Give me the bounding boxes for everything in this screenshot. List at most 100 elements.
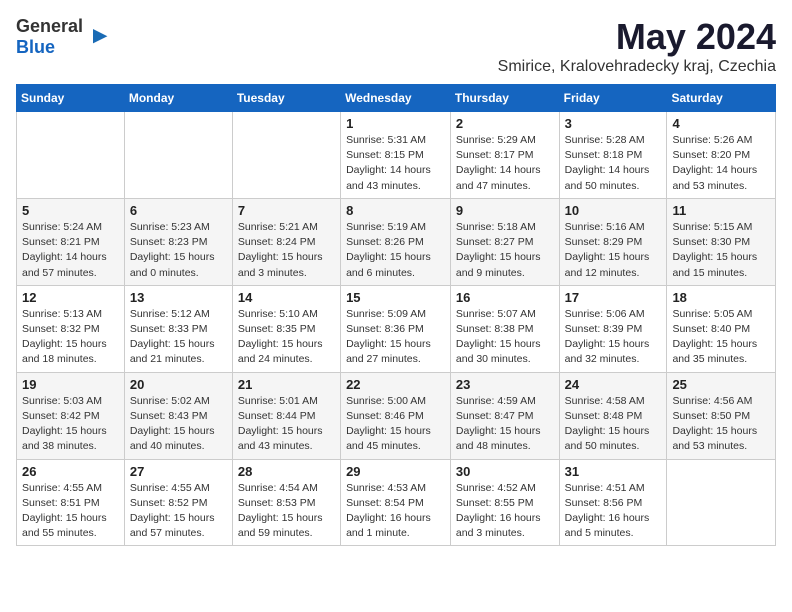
day-info: Sunrise: 5:06 AMSunset: 8:39 PMDaylight:… — [565, 307, 662, 368]
calendar-week-row: 1 Sunrise: 5:31 AMSunset: 8:15 PMDaylight… — [17, 112, 776, 199]
calendar-cell: 14Sunrise: 5:10 AMSunset: 8:35 PMDayligh… — [232, 285, 340, 372]
day-number: 29 — [346, 464, 445, 479]
calendar-cell: 17 Sunrise: 5:06 AMSunset: 8:39 PMDayligh… — [559, 285, 667, 372]
day-number: 28 — [238, 464, 335, 479]
day-info: Sunrise: 5:02 AMSunset: 8:43 PMDaylight:… — [130, 394, 227, 455]
day-info: Sunrise: 5:29 AMSunset: 8:17 PMDaylight:… — [456, 133, 554, 194]
day-info: Sunrise: 4:52 AMSunset: 8:55 PMDaylight:… — [456, 481, 554, 542]
day-number: 24 — [565, 377, 662, 392]
day-number: 26 — [22, 464, 119, 479]
title-block: May 2024 Smirice, Kralovehradecky kraj, … — [498, 16, 776, 76]
day-info: Sunrise: 5:00 AMSunset: 8:46 PMDaylight:… — [346, 394, 445, 455]
day-number: 12 — [22, 290, 119, 305]
day-number: 22 — [346, 377, 445, 392]
calendar-cell — [17, 112, 125, 199]
day-info: Sunrise: 5:19 AMSunset: 8:26 PMDaylight:… — [346, 220, 445, 281]
calendar-cell: 1 Sunrise: 5:31 AMSunset: 8:15 PMDaylight… — [341, 112, 451, 199]
day-number: 21 — [238, 377, 335, 392]
day-info: Sunrise: 4:59 AMSunset: 8:47 PMDaylight:… — [456, 394, 554, 455]
day-number: 6 — [130, 203, 227, 218]
day-number: 15 — [346, 290, 445, 305]
day-info: Sunrise: 5:12 AMSunset: 8:33 PMDaylight:… — [130, 307, 227, 368]
day-number: 2 — [456, 116, 554, 131]
calendar-cell: 9 Sunrise: 5:18 AMSunset: 8:27 PMDaylight… — [450, 198, 559, 285]
day-info: Sunrise: 5:10 AMSunset: 8:35 PMDaylight:… — [238, 307, 335, 368]
weekday-header-row: SundayMondayTuesdayWednesdayThursdayFrid… — [17, 85, 776, 112]
calendar-week-row: 12 Sunrise: 5:13 AMSunset: 8:32 PMDayligh… — [17, 285, 776, 372]
day-info: Sunrise: 5:26 AMSunset: 8:20 PMDaylight:… — [672, 133, 770, 194]
day-info: Sunrise: 5:16 AMSunset: 8:29 PMDaylight:… — [565, 220, 662, 281]
calendar-cell: 26Sunrise: 4:55 AMSunset: 8:51 PMDayligh… — [17, 459, 125, 546]
calendar-cell: 23Sunrise: 4:59 AMSunset: 8:47 PMDayligh… — [450, 372, 559, 459]
calendar-cell: 13 Sunrise: 5:12 AMSunset: 8:33 PMDayligh… — [124, 285, 232, 372]
day-number: 20 — [130, 377, 227, 392]
calendar-cell: 6Sunrise: 5:23 AMSunset: 8:23 PMDaylight… — [124, 198, 232, 285]
calendar-cell: 4 Sunrise: 5:26 AMSunset: 8:20 PMDaylight… — [667, 112, 776, 199]
calendar-cell: 30 Sunrise: 4:52 AMSunset: 8:55 PMDayligh… — [450, 459, 559, 546]
day-number: 30 — [456, 464, 554, 479]
calendar-cell: 31Sunrise: 4:51 AMSunset: 8:56 PMDayligh… — [559, 459, 667, 546]
day-number: 16 — [456, 290, 554, 305]
calendar-cell — [667, 459, 776, 546]
day-info: Sunrise: 5:21 AMSunset: 8:24 PMDaylight:… — [238, 220, 335, 281]
day-info: Sunrise: 5:31 AMSunset: 8:15 PMDaylight:… — [346, 133, 445, 194]
logo: General Blue — [16, 16, 109, 58]
day-number: 4 — [672, 116, 770, 131]
calendar-cell — [232, 112, 340, 199]
day-info: Sunrise: 4:56 AMSunset: 8:50 PMDaylight:… — [672, 394, 770, 455]
calendar-cell: 12 Sunrise: 5:13 AMSunset: 8:32 PMDayligh… — [17, 285, 125, 372]
calendar-cell: 7 Sunrise: 5:21 AMSunset: 8:24 PMDaylight… — [232, 198, 340, 285]
calendar-cell: 20 Sunrise: 5:02 AMSunset: 8:43 PMDayligh… — [124, 372, 232, 459]
day-info: Sunrise: 5:24 AMSunset: 8:21 PMDaylight:… — [22, 220, 119, 281]
day-number: 27 — [130, 464, 227, 479]
calendar-cell: 16 Sunrise: 5:07 AMSunset: 8:38 PMDayligh… — [450, 285, 559, 372]
logo-blue: Blue — [16, 37, 55, 57]
day-info: Sunrise: 5:18 AMSunset: 8:27 PMDaylight:… — [456, 220, 554, 281]
weekday-header-thursday: Thursday — [450, 85, 559, 112]
day-info: Sunrise: 5:09 AMSunset: 8:36 PMDaylight:… — [346, 307, 445, 368]
calendar-cell: 25 Sunrise: 4:56 AMSunset: 8:50 PMDayligh… — [667, 372, 776, 459]
weekday-header-wednesday: Wednesday — [341, 85, 451, 112]
day-number: 7 — [238, 203, 335, 218]
location-title: Smirice, Kralovehradecky kraj, Czechia — [498, 58, 776, 76]
day-number: 13 — [130, 290, 227, 305]
day-info: Sunrise: 5:01 AMSunset: 8:44 PMDaylight:… — [238, 394, 335, 455]
day-info: Sunrise: 4:54 AMSunset: 8:53 PMDaylight:… — [238, 481, 335, 542]
day-number: 3 — [565, 116, 662, 131]
day-number: 25 — [672, 377, 770, 392]
calendar-cell: 28 Sunrise: 4:54 AMSunset: 8:53 PMDayligh… — [232, 459, 340, 546]
calendar-week-row: 26Sunrise: 4:55 AMSunset: 8:51 PMDayligh… — [17, 459, 776, 546]
day-number: 17 — [565, 290, 662, 305]
weekday-header-saturday: Saturday — [667, 85, 776, 112]
day-info: Sunrise: 5:13 AMSunset: 8:32 PMDaylight:… — [22, 307, 119, 368]
calendar-cell: 29Sunrise: 4:53 AMSunset: 8:54 PMDayligh… — [341, 459, 451, 546]
calendar-week-row: 5 Sunrise: 5:24 AMSunset: 8:21 PMDaylight… — [17, 198, 776, 285]
weekday-header-sunday: Sunday — [17, 85, 125, 112]
day-number: 18 — [672, 290, 770, 305]
day-number: 5 — [22, 203, 119, 218]
calendar-cell: 10 Sunrise: 5:16 AMSunset: 8:29 PMDayligh… — [559, 198, 667, 285]
calendar-cell: 27 Sunrise: 4:55 AMSunset: 8:52 PMDayligh… — [124, 459, 232, 546]
day-number: 9 — [456, 203, 554, 218]
weekday-header-friday: Friday — [559, 85, 667, 112]
calendar-week-row: 19Sunrise: 5:03 AMSunset: 8:42 PMDayligh… — [17, 372, 776, 459]
day-info: Sunrise: 4:55 AMSunset: 8:52 PMDaylight:… — [130, 481, 227, 542]
calendar-cell: 24Sunrise: 4:58 AMSunset: 8:48 PMDayligh… — [559, 372, 667, 459]
logo-general: General — [16, 16, 83, 36]
day-info: Sunrise: 4:51 AMSunset: 8:56 PMDaylight:… — [565, 481, 662, 542]
day-number: 1 — [346, 116, 445, 131]
calendar-cell: 21 Sunrise: 5:01 AMSunset: 8:44 PMDayligh… — [232, 372, 340, 459]
day-info: Sunrise: 5:05 AMSunset: 8:40 PMDaylight:… — [672, 307, 770, 368]
page-header: General Blue May 2024 Smirice, Kralovehr… — [16, 16, 776, 76]
calendar-cell: 19Sunrise: 5:03 AMSunset: 8:42 PMDayligh… — [17, 372, 125, 459]
day-number: 10 — [565, 203, 662, 218]
weekday-header-tuesday: Tuesday — [232, 85, 340, 112]
calendar-table: SundayMondayTuesdayWednesdayThursdayFrid… — [16, 84, 776, 546]
day-number: 11 — [672, 203, 770, 218]
day-info: Sunrise: 5:07 AMSunset: 8:38 PMDaylight:… — [456, 307, 554, 368]
logo-text: General Blue — [16, 16, 83, 58]
calendar-cell — [124, 112, 232, 199]
logo-icon — [85, 25, 109, 49]
calendar-cell: 11Sunrise: 5:15 AMSunset: 8:30 PMDayligh… — [667, 198, 776, 285]
calendar-cell: 22 Sunrise: 5:00 AMSunset: 8:46 PMDayligh… — [341, 372, 451, 459]
